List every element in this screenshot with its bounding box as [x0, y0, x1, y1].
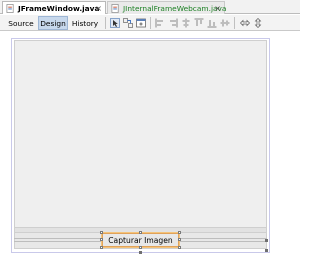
toolbar-separator	[234, 17, 235, 29]
capturar-imagen-button[interactable]: Capturar Imagen	[101, 232, 180, 248]
toolbar-separator	[150, 17, 151, 29]
selection-handle[interactable]	[139, 246, 142, 249]
tab-jframewindow-java[interactable]: JFrameWindow.java ×	[2, 1, 106, 14]
selection-handle[interactable]	[139, 231, 142, 234]
selection-handle[interactable]	[100, 238, 103, 241]
design-view-button[interactable]: Design	[38, 16, 68, 30]
selection-handle[interactable]	[100, 246, 103, 249]
center-horizontally-icon[interactable]	[181, 18, 191, 28]
tab-label: JInternalFrameWebcam.java	[123, 3, 227, 13]
form-resize-handle[interactable]	[139, 251, 142, 254]
align-top-icon[interactable]	[194, 18, 204, 28]
tab-jinternalframewebcam-java[interactable]: JInternalFrameWebcam.java ×	[107, 1, 227, 14]
java-file-icon	[111, 3, 119, 13]
align-right-icon[interactable]	[168, 18, 178, 28]
source-view-button[interactable]: Source	[5, 16, 37, 30]
change-vertical-resizability-icon[interactable]	[253, 18, 263, 28]
selection-mode-icon[interactable]	[110, 18, 120, 28]
editor-toolbar: Source Design History	[0, 15, 300, 31]
form-content-area[interactable]	[14, 40, 267, 228]
selection-handle[interactable]	[178, 231, 181, 234]
tab-label: JFrameWindow.java	[18, 3, 100, 13]
editor-tab-strip: JFrameWindow.java × JInternalFrameWebcam…	[0, 0, 300, 14]
form-resize-handle[interactable]	[265, 249, 268, 252]
java-file-icon	[6, 3, 14, 13]
close-icon[interactable]: ×	[214, 4, 221, 13]
toolbar-separator	[105, 17, 106, 29]
selection-handle[interactable]	[178, 246, 181, 249]
align-left-icon[interactable]	[155, 18, 165, 28]
selection-handle[interactable]	[100, 231, 103, 234]
center-vertically-icon[interactable]	[220, 18, 230, 28]
form-resize-handle[interactable]	[265, 239, 268, 242]
connection-mode-icon[interactable]	[123, 18, 133, 28]
selection-handle[interactable]	[178, 238, 181, 241]
history-view-button[interactable]: History	[69, 16, 101, 30]
align-bottom-icon[interactable]	[207, 18, 217, 28]
preview-design-icon[interactable]	[136, 18, 146, 28]
change-horizontal-resizability-icon[interactable]	[240, 18, 250, 28]
close-icon[interactable]: ×	[95, 4, 102, 13]
